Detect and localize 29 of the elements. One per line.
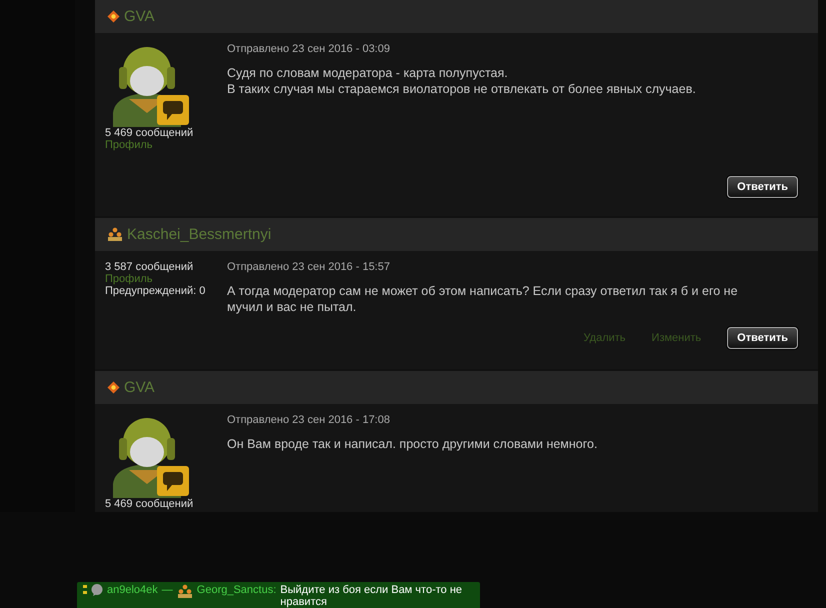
- post-action-link[interactable]: Удалить: [584, 332, 626, 344]
- rank-diamond-icon: [107, 10, 120, 23]
- drag-handle-icon[interactable]: [83, 584, 87, 595]
- warning-count: Предупреждений: 0: [105, 285, 206, 297]
- message-count: 5 469 сообщений: [105, 498, 194, 510]
- reply-button[interactable]: Ответить: [727, 176, 798, 198]
- post-action-link[interactable]: Изменить: [652, 332, 702, 344]
- post-date: Отправлено 23 сен 2016 - 17:08: [227, 414, 391, 426]
- profile-link[interactable]: Профиль: [105, 273, 152, 285]
- post-text: Он Вам вроде так и написал. просто другими словами немного.: [227, 436, 598, 452]
- rank-stars-icon: [176, 584, 193, 599]
- post-date: Отправлено 23 сен 2016 - 15:57: [227, 261, 391, 273]
- reply-button[interactable]: Ответить: [727, 327, 798, 349]
- author-name[interactable]: Kaschei_Bessmertnyi: [127, 226, 272, 243]
- chat-recipient[interactable]: Georg_Sanctus:: [196, 584, 276, 596]
- profile-link[interactable]: Профиль: [105, 139, 152, 151]
- author-name[interactable]: GVA: [124, 8, 155, 25]
- chat-separator: —: [162, 584, 173, 596]
- author-name[interactable]: GVA: [124, 379, 155, 396]
- speech-bubble-icon: [91, 584, 103, 596]
- chat-message: Выйдите из боя если Вам что-то не нравится: [280, 584, 464, 608]
- post-text: Судя по словам модератора - карта полупустая. В таких случая мы стараемся виолаторов не отвлекать от более явных случаев.: [227, 65, 697, 97]
- post-text: А тогда модератор сам не может об этом написать? Если сразу ответил так я б и его не мучил и вас не пытал.: [227, 283, 739, 315]
- rank-diamond-icon: [107, 381, 120, 394]
- post-date: Отправлено 23 сен 2016 - 03:09: [227, 43, 391, 55]
- message-count: 3 587 сообщений: [105, 261, 194, 273]
- message-count: 5 469 сообщений: [105, 127, 194, 139]
- chat-sender[interactable]: an9elo4ek: [107, 584, 158, 596]
- rank-stars-icon: [107, 227, 123, 242]
